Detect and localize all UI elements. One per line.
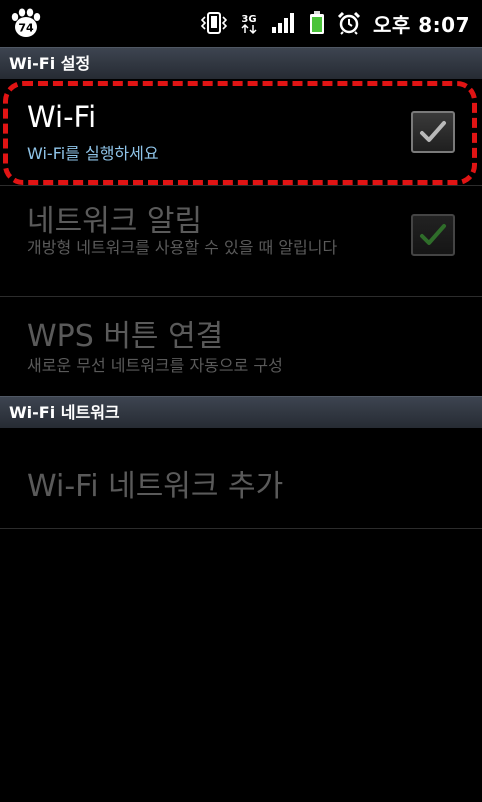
checkmark-icon [420, 224, 446, 245]
section-header-wifi-networks: Wi-Fi 네트워크 [0, 396, 482, 428]
wps-subtitle: 새로운 무선 네트워크를 자동으로 구성 [27, 356, 283, 375]
network-3g-icon: 3G [241, 14, 257, 35]
wps-button-row[interactable]: WPS 버튼 연결 새로운 무선 네트워크를 자동으로 구성 [0, 297, 482, 396]
network-notification-title: 네트워크 알림 [27, 204, 203, 239]
status-bar: 74 3G 오후 8:07 [0, 0, 482, 46]
add-wifi-network-row[interactable]: Wi-Fi 네트워크 추가 [0, 429, 482, 529]
network-notification-checkbox[interactable] [411, 214, 455, 256]
vibrate-icon [200, 12, 227, 34]
status-icons: 3G 오후 8:07 [200, 10, 470, 37]
wifi-toggle-row[interactable]: Wi-Fi Wi-Fi를 실행하세요 [0, 80, 482, 186]
signal-icon [271, 13, 294, 33]
wifi-subtitle: Wi-Fi를 실행하세요 [27, 144, 159, 163]
wifi-checkbox[interactable] [411, 111, 455, 153]
battery-icon [309, 11, 324, 34]
network-notification-row[interactable]: 네트워크 알림 개방형 네트워크를 사용할 수 있을 때 알립니다 [0, 186, 482, 297]
network-type-label: 3G [241, 14, 256, 25]
badge-number: 74 [18, 22, 34, 35]
section-header-wifi-settings: Wi-Fi 설정 [0, 47, 482, 79]
paw-badge-icon[interactable]: 74 [10, 8, 42, 38]
screen: 74 3G 오후 8:07 Wi-Fi 설정 Wi-Fi Wi-Fi를 실행하세… [0, 0, 482, 802]
wifi-title: Wi-Fi [27, 100, 97, 134]
alarm-icon [337, 11, 361, 35]
checkmark-icon [420, 121, 446, 142]
network-notification-subtitle: 개방형 네트워크를 사용할 수 있을 때 알립니다 [27, 238, 338, 257]
wps-title: WPS 버튼 연결 [27, 319, 224, 354]
status-clock: 오후 8:07 [372, 12, 470, 37]
add-wifi-network-title: Wi-Fi 네트워크 추가 [27, 469, 284, 504]
